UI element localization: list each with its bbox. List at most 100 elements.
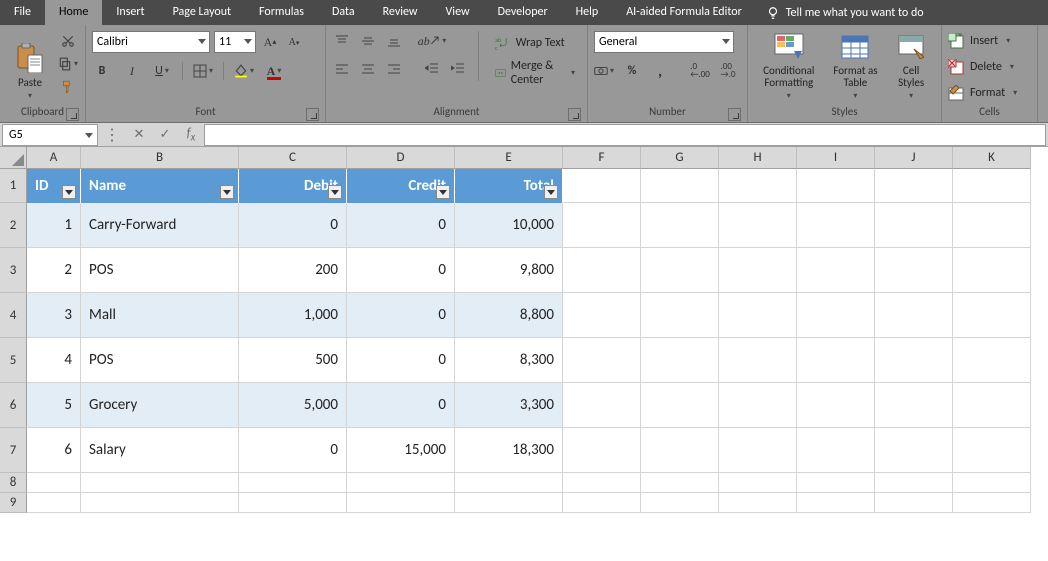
cell-C2[interactable]: 0 (239, 203, 347, 248)
cell-H9[interactable] (719, 493, 797, 513)
cell-D7[interactable]: 15,000 (347, 428, 455, 473)
cell-H8[interactable] (719, 473, 797, 493)
increase-decimal-button[interactable]: .0←.00 (690, 61, 710, 81)
cell-K4[interactable] (953, 293, 1031, 338)
italic-button[interactable]: I (122, 61, 142, 81)
cell-D1[interactable]: Credit (347, 169, 455, 203)
increase-indent-button[interactable] (448, 59, 468, 79)
cell-styles-button[interactable]: Cell Styles▾ (887, 27, 935, 103)
decrease-indent-button[interactable] (422, 59, 442, 79)
cell-A7[interactable]: 6 (27, 428, 81, 473)
tab-view[interactable]: View (432, 0, 484, 25)
column-header-J[interactable]: J (875, 147, 953, 169)
cell-A1[interactable]: ID (27, 169, 81, 203)
paste-button[interactable]: Paste ▾ (6, 27, 54, 103)
tab-developer[interactable]: Developer (484, 0, 562, 25)
tab-ai-formula[interactable]: AI-aided Formula Editor (612, 0, 756, 25)
format-as-table-button[interactable]: Format as Table▾ (826, 27, 886, 103)
column-header-D[interactable]: D (347, 147, 455, 169)
fill-color-button[interactable]: ▾ (234, 61, 254, 81)
row-header-2[interactable]: 2 (0, 203, 27, 248)
cell-A5[interactable]: 4 (27, 338, 81, 383)
cell-G6[interactable] (641, 383, 719, 428)
cell-I5[interactable] (797, 338, 875, 383)
cell-B5[interactable]: POS (81, 338, 239, 383)
cell-C9[interactable] (239, 493, 347, 513)
column-header-B[interactable]: B (81, 147, 239, 169)
cell-J4[interactable] (875, 293, 953, 338)
name-box[interactable]: G5 (2, 124, 98, 146)
cell-E4[interactable]: 8,800 (455, 293, 563, 338)
cell-G3[interactable] (641, 248, 719, 293)
cell-J7[interactable] (875, 428, 953, 473)
row-header-1[interactable]: 1 (0, 169, 27, 203)
cell-C5[interactable]: 500 (239, 338, 347, 383)
cell-A4[interactable]: 3 (27, 293, 81, 338)
cell-H6[interactable] (719, 383, 797, 428)
cell-B8[interactable] (81, 473, 239, 493)
cell-K9[interactable] (953, 493, 1031, 513)
column-header-K[interactable]: K (953, 147, 1031, 169)
tab-insert[interactable]: Insert (102, 0, 158, 25)
tab-formulas[interactable]: Formulas (245, 0, 318, 25)
cell-E7[interactable]: 18,300 (455, 428, 563, 473)
cell-B2[interactable]: Carry-Forward (81, 203, 239, 248)
orientation-button[interactable]: ab↗▾ (422, 31, 442, 51)
column-header-I[interactable]: I (797, 147, 875, 169)
cell-B6[interactable]: Grocery (81, 383, 239, 428)
cell-I4[interactable] (797, 293, 875, 338)
cell-H3[interactable] (719, 248, 797, 293)
cell-G9[interactable] (641, 493, 719, 513)
cell-D5[interactable]: 0 (347, 338, 455, 383)
cell-B1[interactable]: Name (81, 169, 239, 203)
underline-button[interactable]: U▾ (152, 61, 172, 81)
cell-A9[interactable] (27, 493, 81, 513)
filter-button-total[interactable] (544, 185, 558, 199)
cell-A3[interactable]: 2 (27, 248, 81, 293)
column-header-C[interactable]: C (239, 147, 347, 169)
cell-F3[interactable] (563, 248, 641, 293)
cell-B7[interactable]: Salary (81, 428, 239, 473)
format-cells-button[interactable]: Format▾ (948, 82, 1017, 104)
cell-J8[interactable] (875, 473, 953, 493)
align-center-button[interactable] (358, 59, 378, 79)
cell-G8[interactable] (641, 473, 719, 493)
cell-G4[interactable] (641, 293, 719, 338)
filter-button-name[interactable] (220, 185, 234, 199)
column-header-A[interactable]: A (27, 147, 81, 169)
tab-review[interactable]: Review (369, 0, 432, 25)
decrease-decimal-button[interactable]: .00→.0 (718, 61, 738, 81)
cell-D4[interactable]: 0 (347, 293, 455, 338)
merge-center-button[interactable]: Merge & Center▾ (489, 61, 581, 85)
align-right-button[interactable] (384, 59, 404, 79)
cell-F7[interactable] (563, 428, 641, 473)
font-size-select[interactable]: 11 (214, 31, 256, 53)
filter-button-credit[interactable] (436, 185, 450, 199)
cell-B9[interactable] (81, 493, 239, 513)
cell-D3[interactable]: 0 (347, 248, 455, 293)
cell-J5[interactable] (875, 338, 953, 383)
cell-F2[interactable] (563, 203, 641, 248)
comma-button[interactable]: , (650, 61, 670, 81)
cell-H4[interactable] (719, 293, 797, 338)
cell-H2[interactable] (719, 203, 797, 248)
select-all-corner[interactable] (0, 147, 27, 169)
cell-K6[interactable] (953, 383, 1031, 428)
cell-E1[interactable]: Total (455, 169, 563, 203)
cell-A2[interactable]: 1 (27, 203, 81, 248)
tab-home[interactable]: Home (45, 0, 102, 25)
borders-button[interactable]: ▾ (193, 61, 213, 81)
cell-I3[interactable] (797, 248, 875, 293)
cell-I8[interactable] (797, 473, 875, 493)
cell-H5[interactable] (719, 338, 797, 383)
cell-D9[interactable] (347, 493, 455, 513)
cell-D8[interactable] (347, 473, 455, 493)
cell-E3[interactable]: 9,800 (455, 248, 563, 293)
dialog-launcher-alignment[interactable] (568, 108, 581, 121)
cell-I7[interactable] (797, 428, 875, 473)
cell-F1[interactable] (563, 169, 641, 203)
cell-J9[interactable] (875, 493, 953, 513)
cell-K5[interactable] (953, 338, 1031, 383)
dialog-launcher-clipboard[interactable] (66, 108, 79, 121)
cell-G5[interactable] (641, 338, 719, 383)
